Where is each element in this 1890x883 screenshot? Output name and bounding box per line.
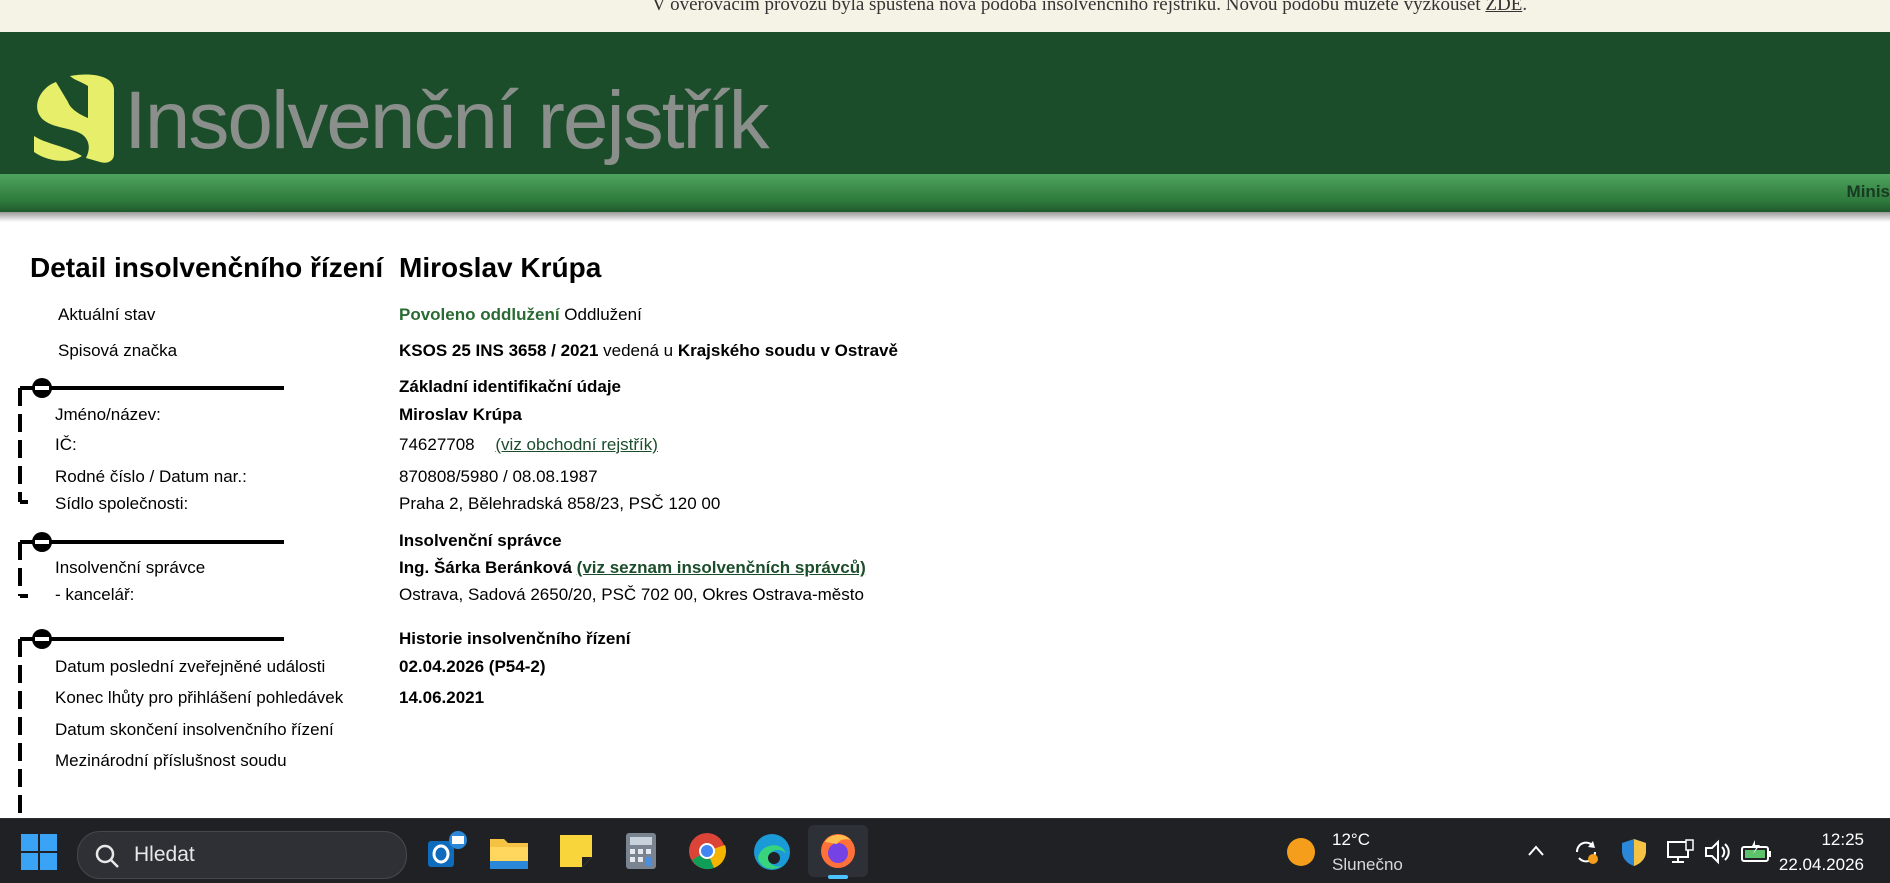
ic-label: IČ: [55, 435, 77, 454]
office-label: - kancelář: [55, 585, 135, 604]
administrator-row: Ing. Šárka Beránková (viz seznam insolve… [399, 558, 866, 578]
outlook-icon[interactable] [424, 831, 468, 873]
history-heading: Historie insolvenčního řízení [399, 629, 631, 648]
intl-jurisdiction-label: Mezinárodní příslušnost soudu [55, 751, 287, 770]
notice-text: V ověřovacím provozu byla spuštěna nová … [652, 0, 1481, 15]
notice-link[interactable]: ZDE [1485, 0, 1522, 15]
deadline-label: Konec lhůty pro přihlášení pohledávek [55, 688, 344, 707]
file-number: KSOS 25 INS 3658 / 2021 [399, 341, 599, 360]
status-green: Povoleno oddlužení [399, 305, 560, 324]
notice-bar: V ověřovacím provozu byla spuštěna nová … [0, 0, 1890, 33]
logo-icon[interactable] [30, 72, 120, 164]
deadline-value: 14.06.2021 [399, 688, 485, 707]
calculator-icon[interactable] [624, 831, 658, 871]
weather-description[interactable]: Slunečno [1332, 855, 1403, 875]
volume-icon[interactable] [1704, 839, 1732, 865]
ic-row: 74627708 (viz obchodní rejstřík) [399, 435, 658, 455]
status-text: Oddlužení [564, 305, 642, 324]
administrator-heading: Insolvenční správce [399, 531, 562, 550]
windows-start-icon[interactable] [20, 833, 58, 871]
taskbar-search[interactable]: Hledat [77, 831, 407, 879]
name-label: Jméno/název: [55, 405, 161, 424]
last-event-value: 02.04.2026 (P54-2) [399, 657, 546, 676]
edge-icon[interactable] [752, 832, 792, 872]
weather-sun-icon[interactable] [1286, 837, 1316, 867]
page-title: Detail insolvenčního řízení [30, 252, 384, 283]
notice-suffix: . [1522, 0, 1528, 15]
weather-temperature[interactable]: 12°C [1332, 830, 1370, 850]
firefox-taskbar-button[interactable] [808, 825, 868, 879]
search-placeholder: Hledat [134, 843, 195, 866]
birth-number-label: Rodné číslo / Datum nar.: [55, 467, 247, 486]
name-value: Miroslav Krúpa [399, 405, 522, 424]
administrator-label: Insolvenční správce [55, 558, 206, 577]
seat-label: Sídlo společnosti: [55, 494, 189, 513]
network-icon[interactable] [1666, 839, 1694, 865]
business-register-link[interactable]: (viz obchodní rejstřík) [495, 435, 658, 454]
file-explorer-icon[interactable] [488, 833, 530, 871]
debtor-name-title: Miroslav Krúpa [399, 252, 602, 283]
sticky-notes-icon[interactable] [558, 833, 594, 869]
chrome-icon[interactable] [688, 832, 726, 870]
file-number-label: Spisová značka [58, 341, 178, 360]
logo-text: Insolvenční rejstřík [124, 75, 770, 166]
ic-value: 74627708 [399, 435, 475, 454]
birth-number-value: 870808/5980 / 08.08.1987 [399, 467, 598, 486]
ministry-link[interactable]: Minis [1847, 182, 1890, 202]
firefox-icon [821, 834, 855, 868]
site-header: Insolvenční rejstřík [0, 32, 1890, 174]
administrator-name: Ing. Šárka Beránková [399, 558, 572, 577]
nav-bar: Minis [0, 174, 1890, 212]
header-shadow [0, 212, 1890, 222]
administrator-list-link[interactable]: (viz seznam insolvenčních správců) [577, 558, 866, 577]
taskbar: Hledat 12°C Slunečno 12:25 22.04.2026 [0, 818, 1890, 883]
office-value: Ostrava, Sadová 2650/20, PSČ 702 00, Okr… [399, 585, 864, 604]
file-number-value: KSOS 25 INS 3658 / 2021 vedená u Krajské… [399, 341, 898, 361]
court-name: Krajského soudu v Ostravě [677, 341, 898, 360]
security-shield-icon[interactable] [1620, 837, 1648, 867]
file-number-middle: vedená u [603, 341, 674, 360]
search-icon [95, 844, 119, 868]
last-event-label: Datum poslední zveřejněné události [55, 657, 326, 676]
seat-value: Praha 2, Bělehradská 858/23, PSČ 120 00 [399, 494, 721, 513]
status-label: Aktuální stav [58, 305, 156, 324]
taskbar-date[interactable]: 22.04.2026 [1779, 855, 1864, 875]
taskbar-time[interactable]: 12:25 [1821, 830, 1864, 850]
status-value: Povoleno oddlužení Oddlužení [399, 305, 642, 325]
end-date-label: Datum skončení insolvenčního řízení [55, 720, 334, 739]
identification-heading: Základní identifikační údaje [399, 377, 621, 396]
sync-icon[interactable] [1572, 838, 1600, 866]
battery-charging-icon[interactable] [1740, 839, 1772, 865]
chevron-up-icon[interactable] [1526, 841, 1546, 861]
